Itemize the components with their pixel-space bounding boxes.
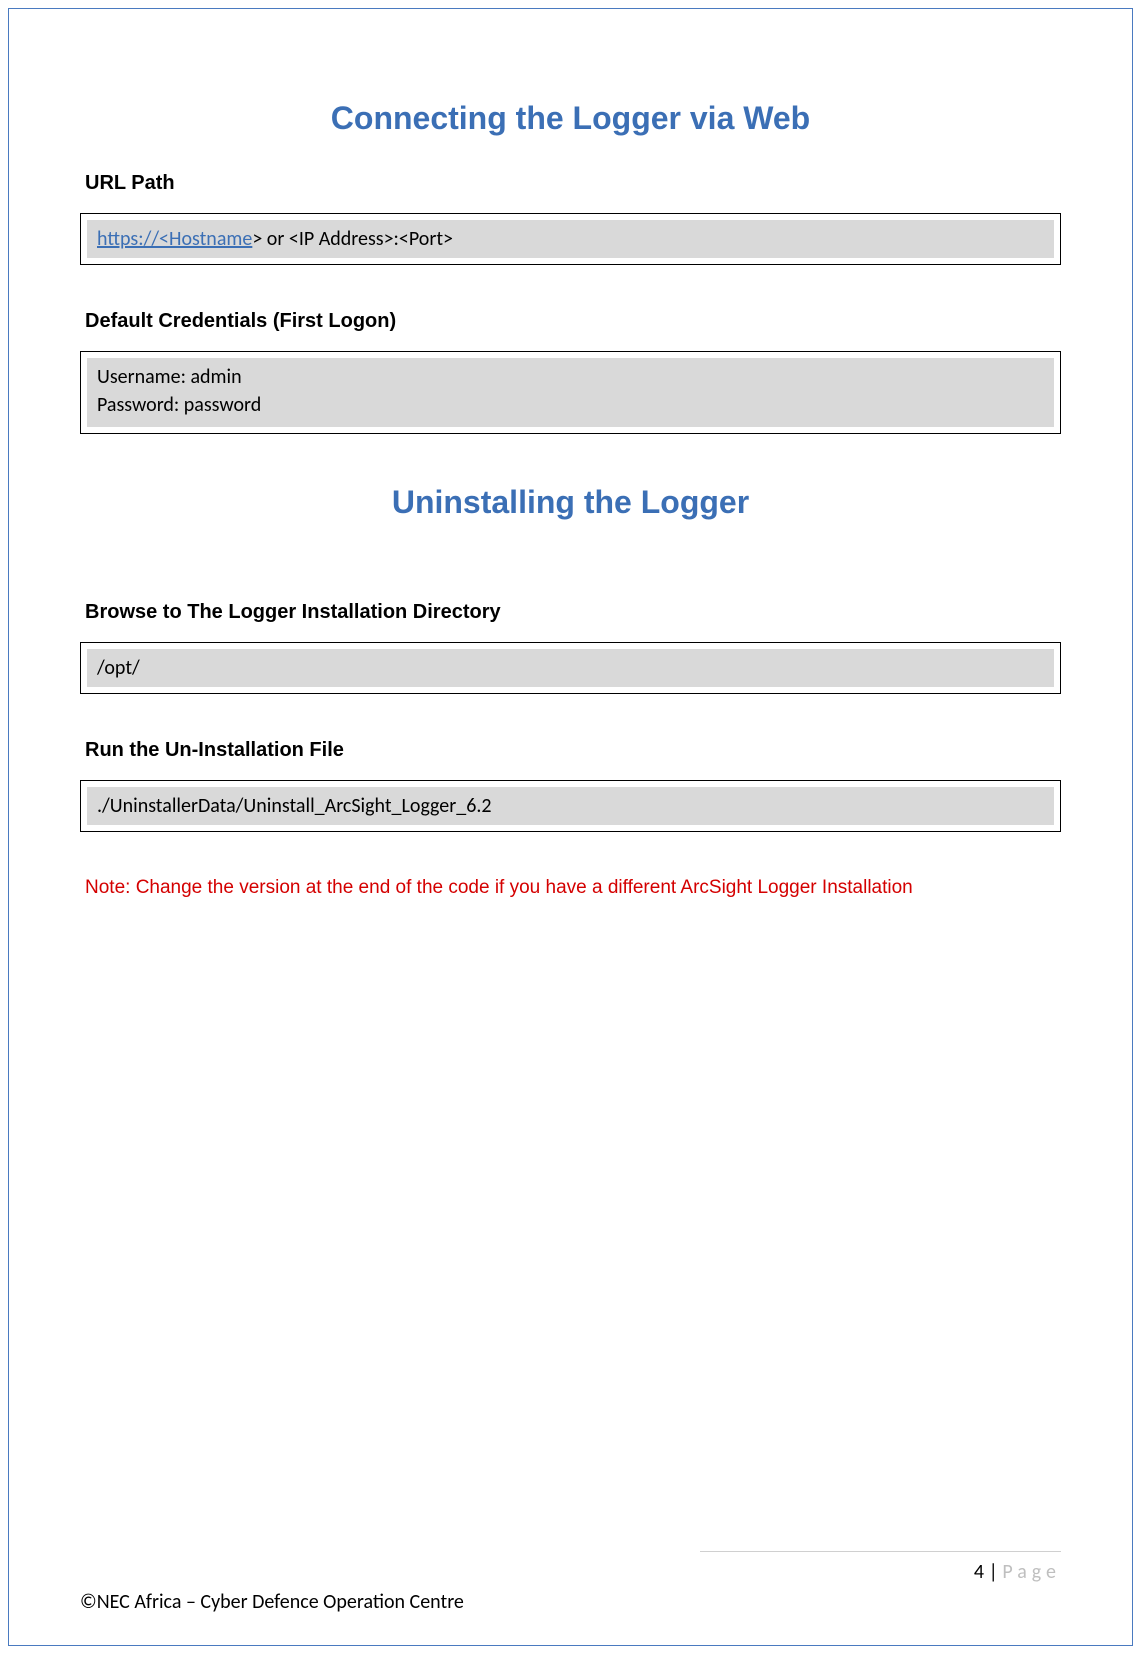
creds-username: Username: admin [97, 363, 1044, 391]
heading-uninstalling: Uninstalling the Logger [80, 484, 1061, 521]
page-content: Connecting the Logger via Web URL Path h… [0, 0, 1141, 899]
page-label: Page [1002, 1560, 1061, 1584]
code-box-browse: /opt/ [80, 642, 1061, 694]
code-uninstall-content: ./UninstallerData/Uninstall_ArcSight_Log… [87, 787, 1054, 825]
note-text: Note: Change the version at the end of t… [85, 877, 1061, 899]
page-sep: | [984, 1560, 1002, 1584]
code-box-uninstall: ./UninstallerData/Uninstall_ArcSight_Log… [80, 780, 1061, 832]
subheading-default-creds: Default Credentials (First Logon) [85, 310, 1061, 333]
page-num: 4 [974, 1560, 984, 1584]
code-browse-content: /opt/ [87, 649, 1054, 687]
footer-divider [700, 1551, 1061, 1552]
code-box-creds: Username: admin Password: password [80, 351, 1061, 434]
footer-page-number: 4 | Page [80, 1560, 1061, 1584]
code-box-url: https://<Hostname> or <IP Address>:<Port… [80, 213, 1061, 265]
url-suffix: > or <IP Address>:<Port> [252, 227, 453, 251]
code-url-content: https://<Hostname> or <IP Address>:<Port… [87, 220, 1054, 258]
footer-copyright: ©NEC Africa – Cyber Defence Operation Ce… [80, 1590, 1061, 1614]
subheading-run-uninstall: Run the Un-Installation File [85, 739, 1061, 762]
heading-connecting: Connecting the Logger via Web [80, 100, 1061, 137]
footer: 4 | Page ©NEC Africa – Cyber Defence Ope… [80, 1551, 1061, 1614]
url-link-part[interactable]: https://<Hostname [97, 227, 252, 251]
creds-password: Password: password [97, 391, 1044, 419]
subheading-browse-dir: Browse to The Logger Installation Direct… [85, 601, 1061, 624]
code-creds-content: Username: admin Password: password [87, 358, 1054, 427]
subheading-url-path: URL Path [85, 172, 1061, 195]
